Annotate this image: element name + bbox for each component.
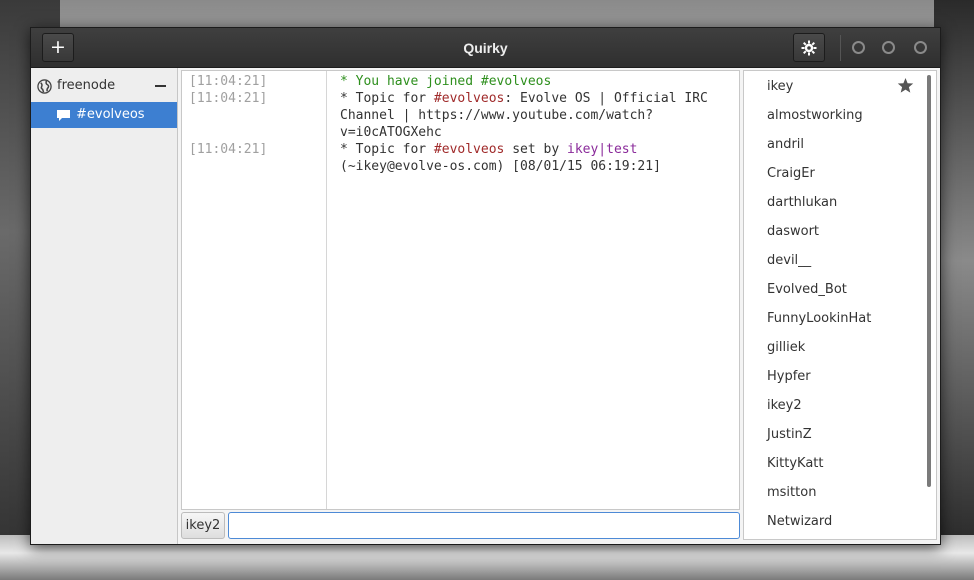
chat-bubble-icon	[57, 110, 70, 121]
user-item[interactable]: Evolved_Bot	[767, 282, 847, 297]
user-item[interactable]: daswort	[767, 224, 819, 239]
close-icon[interactable]	[914, 41, 927, 54]
nick-button[interactable]: ikey2	[181, 512, 225, 539]
message-input[interactable]	[228, 512, 740, 539]
quirky-window: + Quirky freenode #evolveos [11:04:21] *…	[30, 27, 941, 545]
channel-item-evolveos[interactable]: #evolveos	[31, 102, 177, 128]
user-item[interactable]: darthlukan	[767, 195, 837, 210]
channel-name: #evolveos	[76, 107, 145, 122]
titlebar: + Quirky	[31, 28, 940, 68]
message-text: * You have joined #evolveos	[340, 74, 552, 89]
user-list-scrollbar[interactable]	[927, 75, 931, 487]
server-sidebar: freenode #evolveos	[31, 68, 178, 544]
user-list[interactable]: ikey almostworking andril CraigEr darthl…	[743, 70, 937, 540]
user-item[interactable]: gilliek	[767, 340, 805, 355]
user-item[interactable]: KittyKatt	[767, 456, 823, 471]
user-item[interactable]: JustinZ	[767, 427, 812, 442]
message-text: * Topic for #evolveos: Evolve OS | Offic…	[340, 90, 732, 141]
user-item[interactable]: ikey	[767, 79, 793, 94]
star-icon[interactable]	[897, 77, 914, 94]
nick-link[interactable]: ikey|test	[567, 142, 637, 157]
plus-icon: +	[50, 36, 66, 58]
channel-link[interactable]: #evolveos	[434, 142, 504, 157]
add-server-button[interactable]: +	[42, 33, 74, 62]
user-item[interactable]: devil__	[767, 253, 811, 268]
message-text: * Topic for #evolveos set by ikey|test (…	[340, 141, 732, 175]
message-part: * Topic for	[340, 91, 434, 106]
user-item[interactable]: Hypfer	[767, 369, 811, 384]
user-item[interactable]: andril	[767, 137, 804, 152]
timestamp-divider	[326, 71, 327, 509]
user-item[interactable]: almostworking	[767, 108, 863, 123]
message-timestamp: [11:04:21]	[189, 142, 268, 157]
server-item-freenode[interactable]: freenode	[31, 74, 177, 98]
user-item[interactable]: CraigEr	[767, 166, 815, 181]
user-item[interactable]: msitton	[767, 485, 816, 500]
user-item[interactable]: Netwizard	[767, 514, 832, 529]
settings-button[interactable]	[793, 33, 825, 62]
server-name: freenode	[57, 78, 116, 93]
chat-log[interactable]: [11:04:21] * You have joined #evolveos […	[181, 70, 740, 510]
minimize-icon[interactable]	[852, 41, 865, 54]
message-part: set by	[504, 142, 567, 157]
gear-icon	[801, 40, 817, 56]
channel-link[interactable]: #evolveos	[434, 91, 504, 106]
maximize-icon[interactable]	[882, 41, 895, 54]
message-part: (~ikey@evolve-os.com) [08/01/15 06:19:21…	[340, 159, 661, 174]
titlebar-separator	[840, 35, 841, 61]
message-part: * Topic for	[340, 142, 434, 157]
collapse-server-button[interactable]	[155, 85, 166, 87]
message-timestamp: [11:04:21]	[189, 74, 268, 89]
globe-icon	[37, 79, 52, 94]
user-item[interactable]: FunnyLookinHat	[767, 311, 871, 326]
message-timestamp: [11:04:21]	[189, 91, 268, 106]
user-item[interactable]: ikey2	[767, 398, 802, 413]
